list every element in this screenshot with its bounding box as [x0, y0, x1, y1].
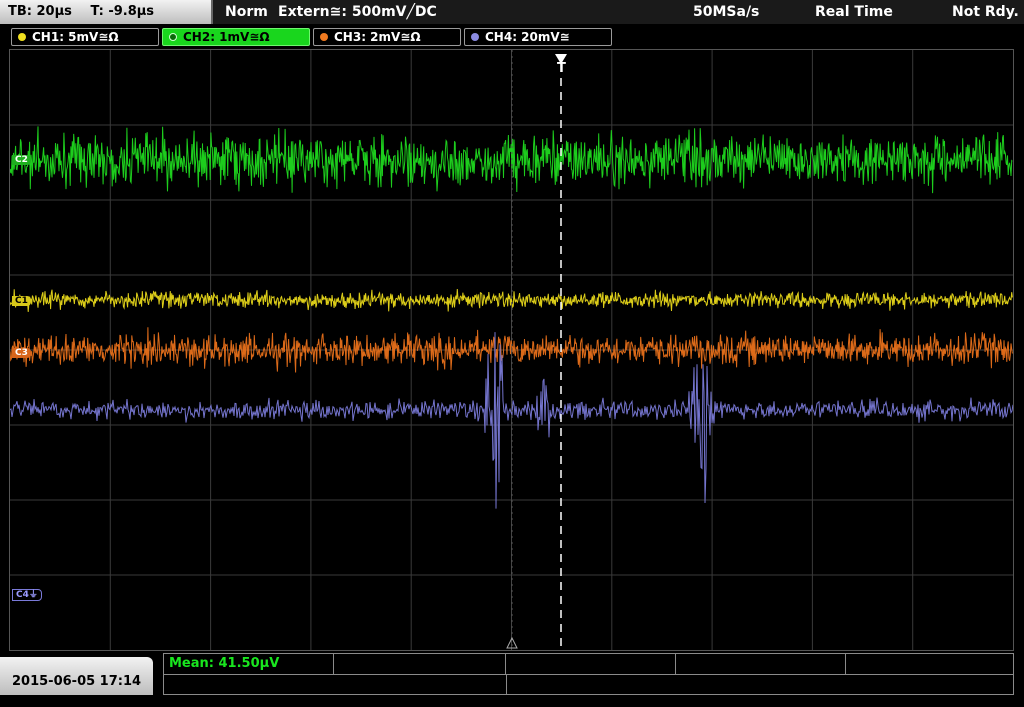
channel-3-tab[interactable]: CH3: 2mV≅Ω [313, 28, 461, 46]
channel-3-label: CH3: 2mV≅Ω [334, 30, 421, 44]
channel-2-tab[interactable]: CH2: 1mV≅Ω [162, 28, 310, 46]
waveform-canvas [10, 50, 1013, 650]
timebase-value: TB: 20µs [8, 4, 72, 19]
channel-1-label: CH1: 5mV≅Ω [32, 30, 119, 44]
waveform-display[interactable]: C2 C1 C3 C4⏚ T [9, 49, 1014, 651]
channel-1-dot-icon [18, 33, 26, 41]
channel-2-marker[interactable]: C2 [12, 155, 31, 165]
trigger-source[interactable]: Extern≅: 500mV╱DC [278, 0, 437, 24]
measurement-divider [164, 674, 1013, 675]
measurement-divider [506, 675, 507, 695]
channel-4-marker[interactable]: C4⏚ [12, 589, 42, 601]
trigger-status: Not Rdy. [952, 4, 1019, 20]
date-time-box: 2015-06-05 17:14 [0, 657, 153, 695]
measurement-cell [334, 654, 506, 674]
measurement-cell: Mean: 41.50µV [164, 654, 334, 674]
channel-4-dot-icon [471, 33, 479, 41]
channel-1-tab[interactable]: CH1: 5mV≅Ω [11, 28, 159, 46]
channel-1-marker[interactable]: C1 [12, 296, 31, 306]
channel-4-tab[interactable]: CH4: 20mV≅ [464, 28, 612, 46]
acquisition-mode: Real Time [815, 4, 893, 20]
date-time-value: 2015-06-05 17:14 [12, 674, 142, 689]
channel-3-marker[interactable]: C3 [12, 348, 31, 358]
trigger-mode[interactable]: Norm [225, 0, 268, 24]
measurement-panel[interactable]: Mean: 41.50µV [163, 653, 1014, 695]
timebase-box[interactable]: TB: 20µs T: -9.8µs [0, 0, 213, 24]
trigger-time-value: T: -9.8µs [90, 4, 155, 19]
mean-measurement: Mean: 41.50µV [169, 656, 280, 671]
channel-2-label: CH2: 1mV≅Ω [183, 30, 270, 44]
channel-2-dot-icon [169, 33, 177, 41]
channel-4-label: CH4: 20mV≅ [485, 30, 570, 44]
trigger-position-marker[interactable]: T [554, 62, 569, 75]
channel-tab-row: CH1: 5mV≅Ω CH2: 1mV≅Ω CH3: 2mV≅Ω CH4: 20… [0, 26, 1024, 48]
measurement-cell [506, 654, 676, 674]
channel-3-dot-icon [320, 33, 328, 41]
measurement-cell [676, 654, 846, 674]
top-status-bar: TB: 20µs T: -9.8µs Norm Extern≅: 500mV╱D… [0, 0, 1024, 24]
sample-rate: 50MSa/s [693, 4, 760, 20]
